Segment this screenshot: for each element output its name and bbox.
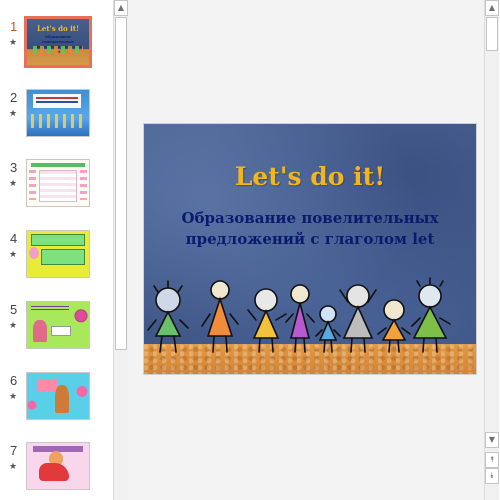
slide-number: 4 — [10, 231, 18, 246]
editor-scrollbar[interactable]: ▲ ▼ ⯭ ⯯ — [484, 0, 499, 500]
scrollbar-thumb[interactable] — [486, 17, 498, 51]
child-figure-6 — [339, 284, 377, 353]
thumbnail-image[interactable] — [26, 159, 90, 207]
child-figure-4 — [285, 284, 315, 353]
thumbnail-image[interactable] — [26, 442, 90, 490]
thumbnail-image[interactable] — [26, 230, 90, 278]
slide-number: 2 — [10, 90, 18, 105]
child-figure-2 — [201, 280, 239, 353]
current-slide[interactable]: Let's do it! Образование повелительных п… — [144, 124, 476, 374]
slide-thumbnails-pane: 1 ★ Let's do it! Образование повелительн… — [0, 0, 112, 500]
child-figure-8 — [411, 277, 451, 353]
child-figure-5 — [315, 305, 341, 353]
slide-number: 1 — [10, 19, 18, 34]
thumbnail-slide-2[interactable]: 2 ★ — [0, 89, 112, 151]
animation-star-icon: ★ — [9, 320, 18, 330]
thumbnail-slide-4[interactable]: 4 ★ — [0, 230, 112, 292]
thumbnail-slide-3[interactable]: 3 ★ — [0, 159, 112, 221]
thumbnail-slide-1[interactable]: 1 ★ Let's do it! Образование повелительн… — [0, 16, 112, 80]
scroll-up-icon[interactable]: ▲ — [485, 0, 499, 16]
animation-star-icon: ★ — [9, 108, 18, 118]
scroll-up-icon[interactable]: ▲ — [114, 0, 128, 16]
slide-number: 7 — [10, 443, 18, 458]
thumbnail-slide-7[interactable]: 7 ★ — [0, 442, 112, 500]
slide-editor-area[interactable]: Let's do it! Образование повелительных п… — [128, 0, 484, 500]
scrollbar-thumb[interactable] — [115, 17, 127, 350]
animation-star-icon: ★ — [9, 37, 18, 47]
animation-star-icon: ★ — [9, 461, 18, 471]
animation-star-icon: ★ — [9, 391, 18, 401]
thumbnail-slide-6[interactable]: 6 ★ — [0, 372, 112, 434]
thumbnail-image[interactable] — [26, 89, 90, 137]
slide-number: 6 — [10, 373, 18, 388]
presentation-editor: 1 ★ Let's do it! Образование повелительн… — [0, 0, 500, 500]
child-figure-3 — [247, 288, 287, 353]
next-slide-icon[interactable]: ⯯ — [485, 468, 499, 484]
thumbnail-slide-5[interactable]: 5 ★ — [0, 301, 112, 363]
thumbnail-image[interactable] — [26, 301, 90, 349]
thumbnail-title: Let's do it! — [36, 24, 80, 33]
thumbnails-scrollbar[interactable]: ▲ — [113, 0, 128, 500]
child-figure-7 — [377, 299, 411, 353]
animation-star-icon: ★ — [9, 178, 18, 188]
previous-slide-icon[interactable]: ⯭ — [485, 452, 499, 468]
child-figure-1 — [147, 280, 189, 353]
slide-number: 5 — [10, 302, 18, 317]
thumbnail-image[interactable] — [26, 372, 90, 420]
thumbnail-people-art — [33, 46, 83, 54]
scroll-down-icon[interactable]: ▼ — [485, 432, 499, 448]
thumbnail-image[interactable]: Let's do it! Образование повелительных п… — [24, 16, 92, 68]
children-drawing — [147, 277, 451, 353]
slide-number: 3 — [10, 160, 18, 175]
animation-star-icon: ★ — [9, 249, 18, 259]
